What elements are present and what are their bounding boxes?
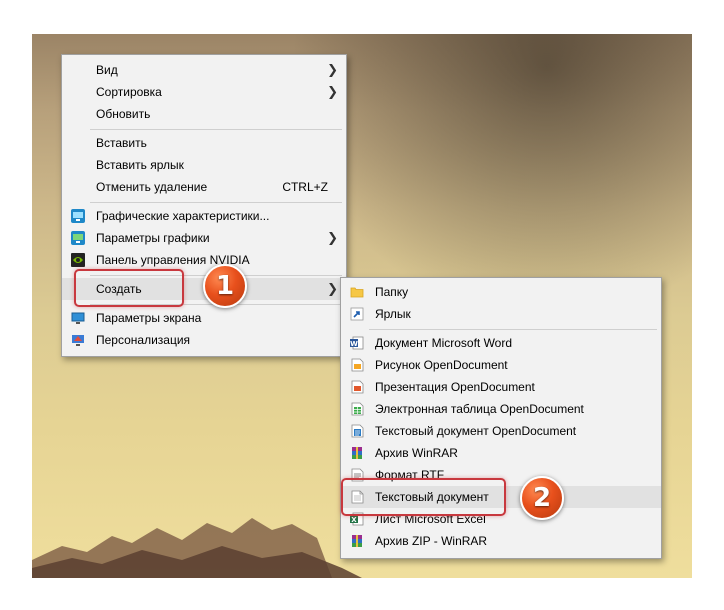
desktop-context-menu: Вид ❯ Сортировка ❯ Обновить Вставить Вст… bbox=[61, 54, 347, 357]
menu-item-refresh[interactable]: Обновить bbox=[62, 103, 346, 125]
menu-separator bbox=[369, 329, 657, 330]
menu-item-personalization[interactable]: Персонализация bbox=[62, 329, 346, 351]
menu-item-label: Параметры графики bbox=[96, 231, 210, 245]
submenu-item-winrar-archive[interactable]: Архив WinRAR bbox=[341, 442, 661, 464]
submenu-item-label: Электронная таблица OpenDocument bbox=[375, 402, 584, 416]
menu-item-label: Сортировка bbox=[96, 85, 162, 99]
submenu-item-zip-winrar[interactable]: Архив ZIP - WinRAR bbox=[341, 530, 661, 552]
menu-item-label: Графические характеристики... bbox=[96, 209, 270, 223]
submenu-item-folder[interactable]: Папку bbox=[341, 281, 661, 303]
chevron-right-icon: ❯ bbox=[327, 62, 338, 77]
text-document-highlight-box bbox=[341, 478, 506, 516]
personalization-icon bbox=[72, 335, 84, 346]
shortcut-icon bbox=[350, 307, 364, 321]
submenu-item-odp[interactable]: Презентация OpenDocument bbox=[341, 376, 661, 398]
winrar-zip-icon bbox=[352, 535, 362, 547]
submenu-item-label: Документ Microsoft Word bbox=[375, 336, 513, 350]
odp-icon bbox=[351, 380, 364, 394]
submenu-item-label: Ярлык bbox=[375, 307, 411, 321]
create-highlight-box bbox=[74, 269, 184, 307]
intel-graphics-icon bbox=[71, 209, 85, 223]
submenu-item-shortcut[interactable]: Ярлык bbox=[341, 303, 661, 325]
nvidia-icon bbox=[71, 253, 85, 267]
menu-item-graphics-options[interactable]: Параметры графики ❯ bbox=[62, 227, 346, 249]
menu-item-label: Параметры экрана bbox=[96, 311, 202, 325]
winrar-icon bbox=[352, 447, 362, 459]
odt-icon bbox=[351, 424, 364, 438]
step-badge-2: 2 bbox=[520, 476, 564, 520]
intel-graphics-icon bbox=[71, 231, 85, 245]
menu-item-label: Отменить удаление bbox=[96, 180, 208, 194]
display-icon bbox=[71, 312, 85, 324]
menu-item-undo-delete[interactable]: Отменить удаление CTRL+Z bbox=[62, 176, 346, 198]
menu-item-paste[interactable]: Вставить bbox=[62, 132, 346, 154]
submenu-item-label: Архив ZIP - WinRAR bbox=[375, 534, 488, 548]
menu-item-sort[interactable]: Сортировка ❯ bbox=[62, 81, 346, 103]
create-submenu: Папку Ярлык W Документ Microsoft Word Ри… bbox=[340, 277, 662, 559]
submenu-item-odt[interactable]: Текстовый документ OpenDocument bbox=[341, 420, 661, 442]
submenu-item-label: Архив WinRAR bbox=[375, 446, 458, 460]
submenu-item-label: Папку bbox=[375, 285, 409, 299]
menu-item-label: Вставить ярлык bbox=[96, 158, 184, 172]
submenu-item-odg[interactable]: Рисунок OpenDocument bbox=[341, 354, 661, 376]
folder-icon bbox=[350, 287, 364, 298]
menu-item-label: Персонализация bbox=[96, 333, 191, 347]
menu-item-label: Вид bbox=[96, 63, 118, 77]
menu-item-view[interactable]: Вид ❯ bbox=[62, 59, 346, 81]
submenu-item-word-document[interactable]: W Документ Microsoft Word bbox=[341, 332, 661, 354]
svg-text:W: W bbox=[350, 340, 358, 348]
menu-separator bbox=[90, 202, 342, 203]
odg-icon bbox=[351, 358, 364, 372]
menu-item-paste-shortcut[interactable]: Вставить ярлык bbox=[62, 154, 346, 176]
word-icon: W bbox=[350, 336, 364, 350]
submenu-item-label: Рисунок OpenDocument bbox=[375, 358, 508, 372]
submenu-item-label: Презентация OpenDocument bbox=[375, 380, 535, 394]
submenu-item-ods[interactable]: Электронная таблица OpenDocument bbox=[341, 398, 661, 420]
menu-item-nvidia-control-panel[interactable]: Панель управления NVIDIA bbox=[62, 249, 346, 271]
menu-item-label: Обновить bbox=[96, 107, 151, 121]
menu-item-graphics-properties[interactable]: Графические характеристики... bbox=[62, 205, 346, 227]
keyboard-shortcut: CTRL+Z bbox=[282, 180, 328, 194]
step-badge-1: 1 bbox=[203, 264, 247, 308]
submenu-item-label: Текстовый документ OpenDocument bbox=[375, 424, 577, 438]
chevron-right-icon: ❯ bbox=[327, 281, 338, 296]
svg-text:X: X bbox=[351, 516, 357, 524]
chevron-right-icon: ❯ bbox=[327, 84, 338, 99]
chevron-right-icon: ❯ bbox=[327, 230, 338, 245]
ods-icon bbox=[351, 402, 364, 416]
menu-item-display-settings[interactable]: Параметры экрана bbox=[62, 307, 346, 329]
menu-separator bbox=[90, 129, 342, 130]
menu-item-label: Вставить bbox=[96, 136, 147, 150]
